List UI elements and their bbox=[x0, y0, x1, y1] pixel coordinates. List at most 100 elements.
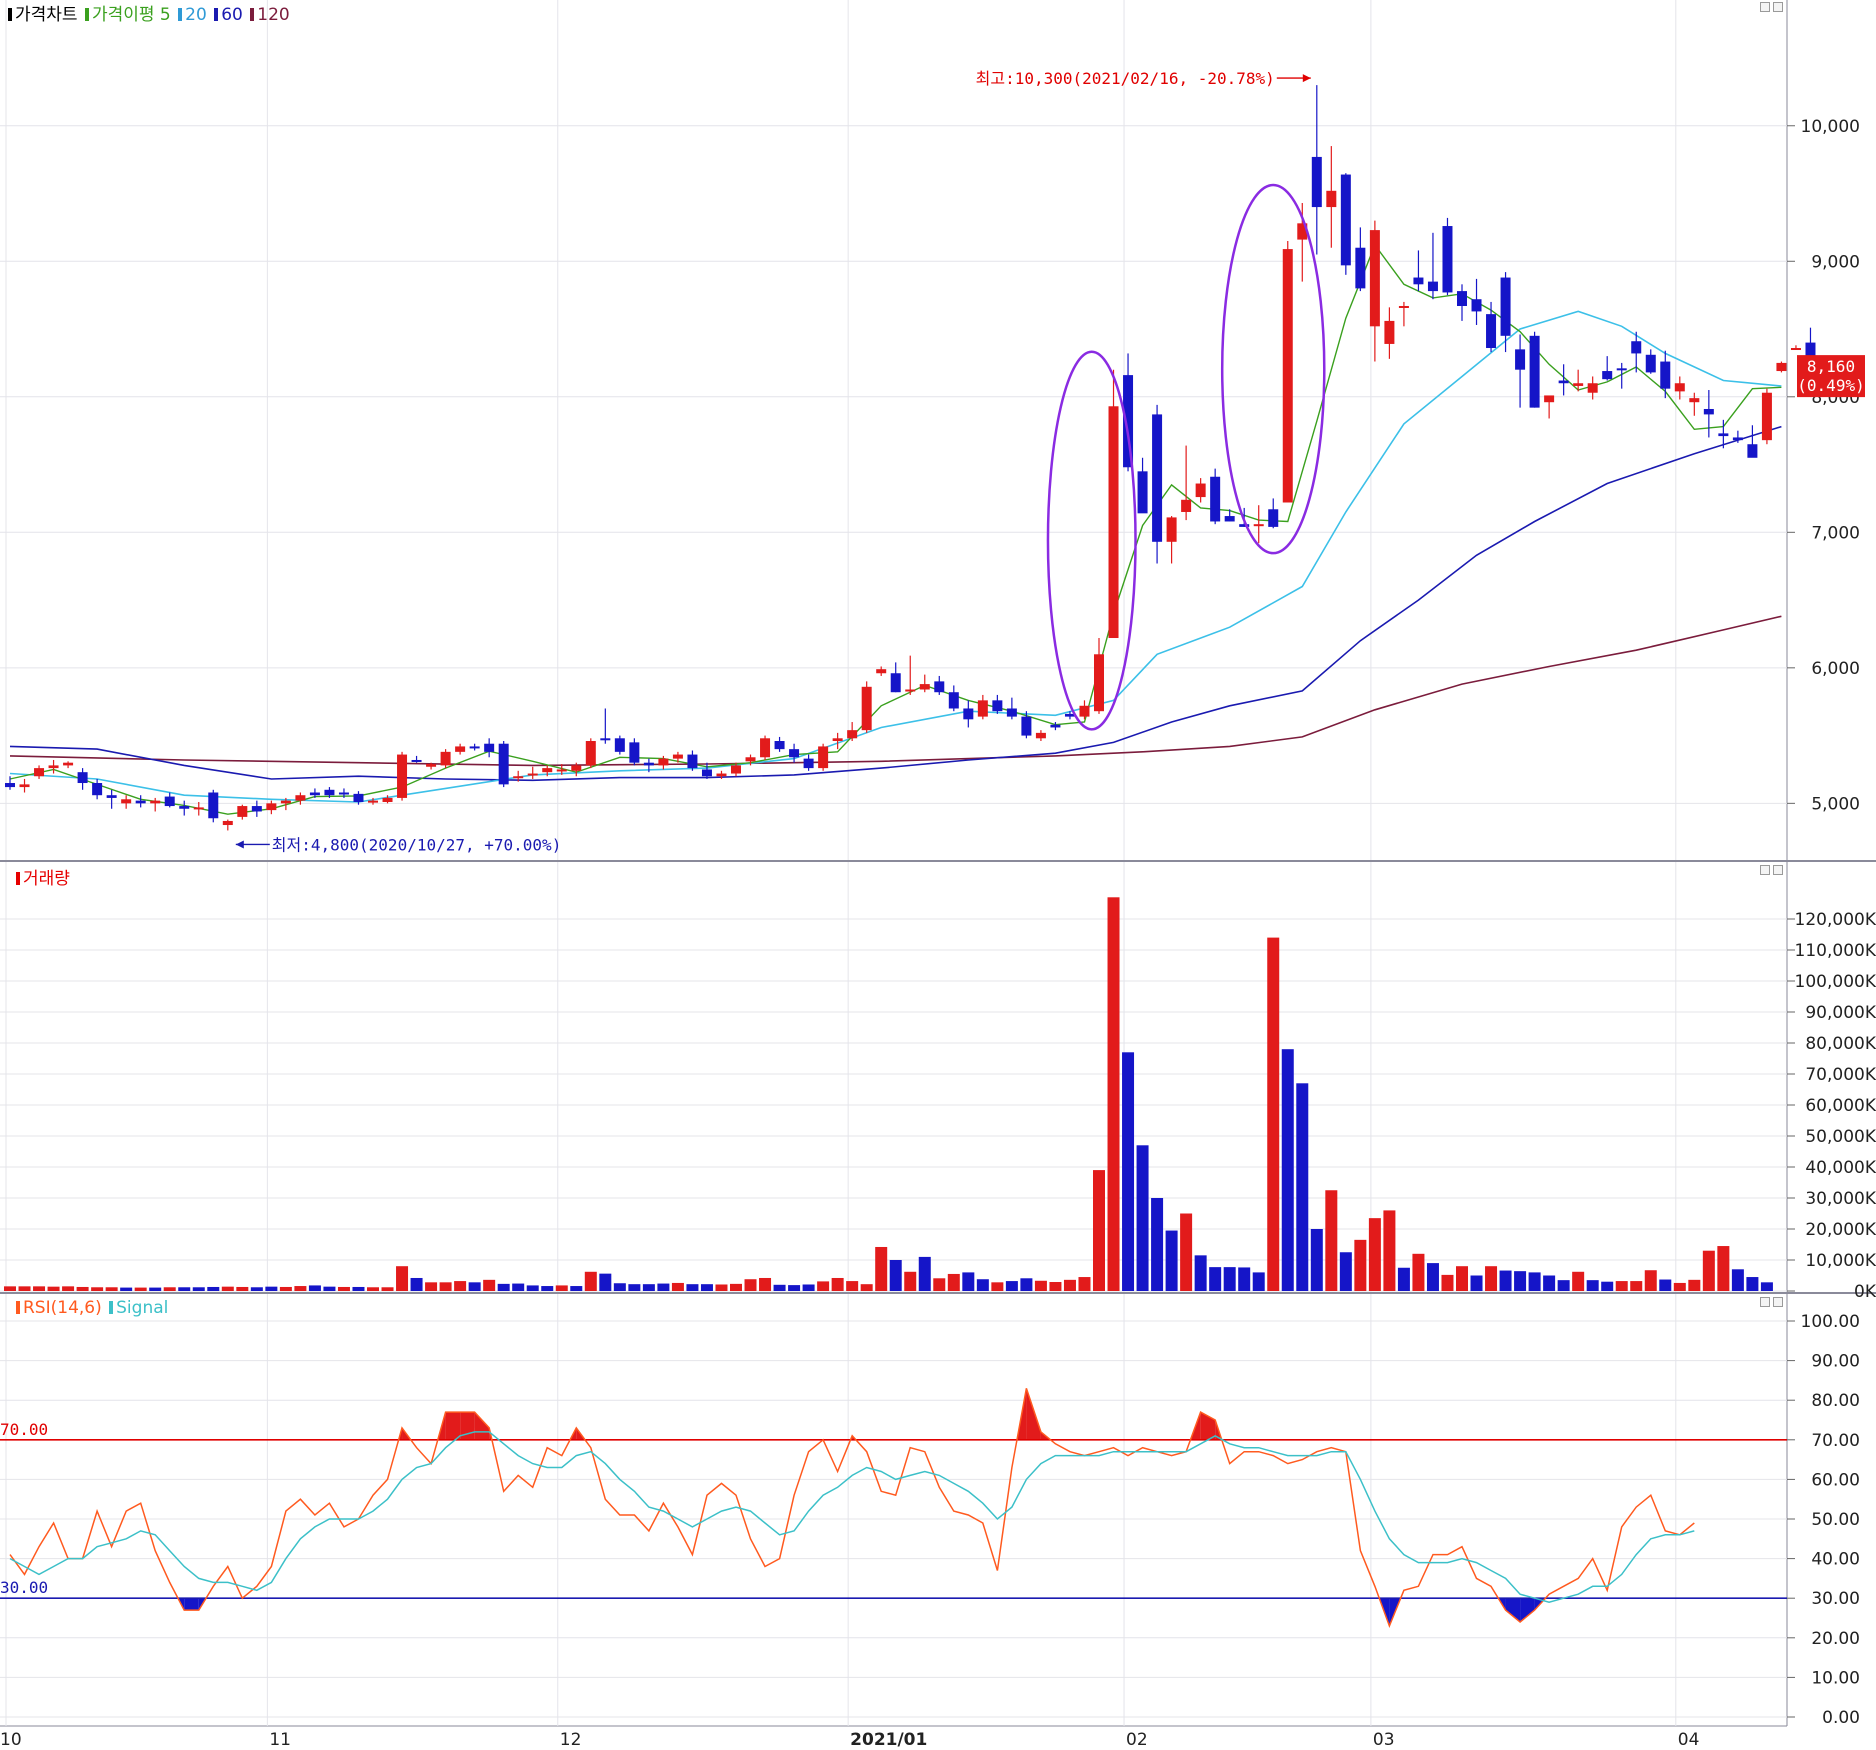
stock-chart[interactable]: 5,0006,0007,0008,0009,00010,0000K10,000K… bbox=[0, 0, 1876, 1750]
candle-body bbox=[1616, 368, 1627, 371]
candle-body bbox=[208, 792, 219, 819]
candle-body bbox=[1282, 249, 1293, 503]
volume-bar bbox=[1412, 1253, 1425, 1291]
candle-body bbox=[585, 741, 596, 766]
candle-body bbox=[77, 772, 88, 784]
candle-body bbox=[324, 789, 335, 796]
volume-bar bbox=[512, 1283, 525, 1291]
candle-body bbox=[92, 783, 103, 796]
volume-bar bbox=[700, 1284, 713, 1291]
candle-body bbox=[1152, 414, 1163, 542]
x-tick-label: 04 bbox=[1678, 1730, 1700, 1750]
volume-bar bbox=[686, 1284, 699, 1291]
volume-tick-label: 120,000K bbox=[1795, 910, 1876, 930]
candle-body bbox=[832, 738, 843, 742]
candle-body bbox=[34, 768, 45, 777]
candle-body bbox=[1674, 383, 1685, 392]
rsi-tick-label: 10.00 bbox=[1811, 1668, 1860, 1688]
volume-bar bbox=[1281, 1049, 1294, 1291]
volume-tick-label: 110,000K bbox=[1795, 941, 1876, 961]
volume-bar bbox=[628, 1284, 641, 1291]
candle-body bbox=[1340, 174, 1351, 266]
volume-bar bbox=[1107, 897, 1120, 1291]
candle-body bbox=[309, 792, 320, 796]
volume-bar bbox=[1760, 1282, 1773, 1291]
volume-bar bbox=[613, 1283, 626, 1291]
volume-bar bbox=[1586, 1280, 1599, 1291]
candle-body bbox=[353, 793, 364, 802]
volume-bar bbox=[439, 1282, 452, 1291]
candle-body bbox=[1645, 354, 1656, 373]
candle-body bbox=[135, 800, 146, 804]
volume-bar bbox=[730, 1283, 742, 1291]
volume-bar bbox=[860, 1284, 873, 1291]
volume-bar bbox=[1426, 1263, 1439, 1291]
x-tick-label: 03 bbox=[1373, 1730, 1395, 1750]
volume-bar bbox=[91, 1287, 104, 1291]
volume-bar bbox=[817, 1281, 830, 1291]
volume-bar bbox=[1325, 1190, 1338, 1291]
volume-bar bbox=[221, 1286, 234, 1291]
highlight-ellipse bbox=[1220, 183, 1326, 555]
candle-body bbox=[1035, 732, 1046, 739]
volume-bar bbox=[1441, 1274, 1454, 1291]
x-tick-label: 02 bbox=[1126, 1730, 1148, 1750]
candle-body bbox=[48, 765, 59, 769]
volume-bar bbox=[1557, 1280, 1570, 1291]
volume-bar bbox=[18, 1286, 31, 1291]
rsi-tick-label: 100.00 bbox=[1801, 1312, 1860, 1332]
volume-bar bbox=[555, 1285, 568, 1291]
volume-bar bbox=[468, 1282, 481, 1291]
volume-bar bbox=[1194, 1255, 1207, 1291]
rsi-tick-label: 40.00 bbox=[1811, 1550, 1860, 1570]
candle-body bbox=[600, 738, 611, 741]
candle-body bbox=[1631, 341, 1642, 354]
volume-bar bbox=[1746, 1277, 1759, 1291]
candle-body bbox=[1602, 371, 1613, 380]
candle-body bbox=[1689, 398, 1700, 403]
volume-tick-label: 0K bbox=[1854, 1282, 1876, 1302]
rsi-reference-label: 30.00 bbox=[0, 1578, 48, 1597]
volume-bar bbox=[483, 1279, 496, 1291]
candle-body bbox=[542, 768, 553, 773]
volume-tick-label: 100,000K bbox=[1795, 972, 1876, 992]
volume-bar bbox=[236, 1286, 249, 1291]
volume-bar bbox=[62, 1286, 75, 1291]
volume-bar bbox=[1354, 1239, 1367, 1291]
volume-bar bbox=[33, 1286, 46, 1291]
volume-bar bbox=[207, 1286, 220, 1291]
volume-bar bbox=[1659, 1279, 1672, 1291]
volume-bar bbox=[1514, 1271, 1527, 1291]
candle-body bbox=[1253, 524, 1264, 527]
candle-body bbox=[237, 806, 248, 817]
volume-tick-label: 60,000K bbox=[1805, 1096, 1876, 1116]
volume-bar bbox=[947, 1273, 960, 1291]
candle-body bbox=[672, 754, 683, 759]
candle-body bbox=[1732, 437, 1743, 441]
candle-body bbox=[963, 708, 974, 720]
signal-line bbox=[9, 1431, 1695, 1603]
candle-body bbox=[150, 800, 161, 804]
candle-body bbox=[687, 754, 698, 769]
candle-body bbox=[948, 692, 959, 709]
volume-bar bbox=[1528, 1272, 1541, 1291]
candle-body bbox=[251, 806, 262, 812]
volume-tick-label: 80,000K bbox=[1805, 1034, 1876, 1054]
candle-body bbox=[1529, 335, 1540, 408]
candle-body bbox=[498, 743, 509, 785]
candle-body bbox=[1181, 499, 1192, 512]
volume-bar bbox=[1543, 1275, 1556, 1291]
candle-body bbox=[1703, 408, 1714, 415]
rsi-tick-label: 90.00 bbox=[1811, 1352, 1860, 1372]
candle-body bbox=[179, 806, 190, 809]
volume-bar bbox=[134, 1287, 147, 1291]
candle-body bbox=[295, 795, 306, 801]
candle-body bbox=[571, 765, 582, 771]
candle-body bbox=[1660, 361, 1671, 389]
volume-tick-label: 30,000K bbox=[1805, 1189, 1876, 1209]
candle-body bbox=[818, 746, 829, 769]
volume-bar bbox=[933, 1278, 946, 1291]
candle-body bbox=[426, 764, 437, 767]
rsi-tick-label: 70.00 bbox=[1811, 1431, 1860, 1451]
volume-bar bbox=[1644, 1270, 1657, 1291]
